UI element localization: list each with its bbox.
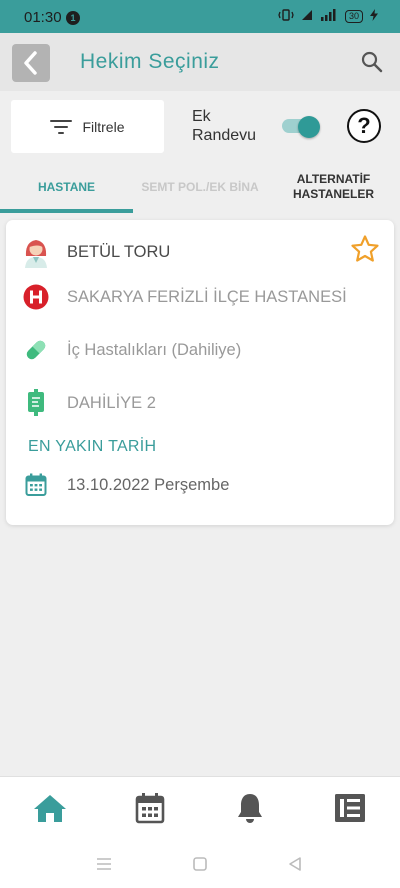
square-icon	[193, 857, 207, 871]
sim-signal-icon	[301, 9, 313, 24]
signal-4g-icon	[320, 9, 338, 24]
clinic-row: DAHİLİYE 2	[6, 388, 394, 418]
system-back-button[interactable]	[285, 854, 305, 874]
nav-calendar[interactable]	[133, 791, 167, 825]
tab-alternatif-hastaneler[interactable]: ALTERNATİF HASTANELER	[267, 160, 400, 214]
nearest-date-label: EN YAKIN TARİH	[28, 438, 157, 455]
home-icon	[34, 795, 66, 822]
star-icon	[351, 235, 379, 262]
chevron-left-icon	[24, 51, 37, 75]
active-tab-indicator	[0, 209, 133, 213]
tab-bar: HASTANE SEMT POL./EK BİNA ALTERNATİF HAS…	[0, 160, 400, 214]
charging-icon	[370, 9, 378, 24]
hospital-icon	[22, 282, 50, 312]
app-header: Hekim Seçiniz	[0, 33, 400, 91]
system-nav-bar	[0, 840, 400, 888]
bottom-nav	[0, 776, 400, 840]
favorite-button[interactable]	[350, 234, 380, 264]
toggle-knob	[298, 116, 320, 138]
doctor-card[interactable]: BETÜL TORU SAKARYA FERİZLİ İLÇE HASTANES…	[6, 220, 394, 525]
nav-home[interactable]	[33, 791, 67, 825]
page-title: Hekim Seçiniz	[80, 50, 220, 73]
status-time: 01:30	[24, 9, 62, 26]
ek-randevu-label: Ek Randevu	[192, 108, 257, 144]
filter-icon	[50, 119, 73, 134]
menu-icon	[97, 858, 111, 870]
ek-randevu-toggle[interactable]	[282, 116, 320, 138]
clinic-door-icon	[22, 388, 50, 418]
filter-label: Filtrele	[82, 118, 125, 135]
pill-icon	[22, 335, 50, 365]
back-button[interactable]	[12, 44, 50, 82]
battery-icon: 30	[344, 10, 363, 23]
nav-notifications[interactable]	[233, 791, 267, 825]
hospital-name: SAKARYA FERİZLİ İLÇE HASTANESİ	[67, 287, 347, 306]
triangle-back-icon	[289, 857, 301, 871]
calendar-small-icon	[22, 470, 50, 500]
help-button[interactable]: ?	[347, 109, 381, 143]
clinic-name: DAHİLİYE 2	[67, 393, 156, 412]
nav-list[interactable]	[333, 791, 367, 825]
list-icon	[335, 794, 365, 822]
calendar-icon	[135, 793, 165, 824]
search-button[interactable]	[360, 50, 384, 74]
notification-count-badge: 1	[66, 11, 80, 25]
bell-icon	[238, 794, 262, 823]
department-row: İç Hastalıkları (Dahiliye)	[6, 335, 394, 365]
filter-row: Filtrele Ek Randevu ?	[0, 91, 400, 160]
vibrate-icon	[278, 9, 294, 24]
doctor-row: BETÜL TORU	[6, 237, 394, 268]
search-icon	[361, 51, 383, 73]
doctor-avatar-icon	[22, 237, 50, 268]
doctor-name: BETÜL TORU	[67, 242, 171, 261]
status-icons: 30	[278, 9, 378, 24]
nearest-date: 13.10.2022 Perşembe	[67, 475, 230, 494]
date-row: 13.10.2022 Perşembe	[6, 470, 394, 500]
filter-button[interactable]: Filtrele	[11, 100, 164, 153]
tab-semt-pol[interactable]: SEMT POL./EK BİNA	[133, 160, 267, 214]
system-home-button[interactable]	[190, 854, 210, 874]
system-menu-button[interactable]	[94, 854, 114, 874]
department-name: İç Hastalıkları (Dahiliye)	[67, 340, 242, 359]
status-bar: 01:30 1 30	[0, 0, 400, 33]
hospital-row: SAKARYA FERİZLİ İLÇE HASTANESİ	[6, 282, 394, 312]
tab-hastane[interactable]: HASTANE	[0, 160, 133, 214]
